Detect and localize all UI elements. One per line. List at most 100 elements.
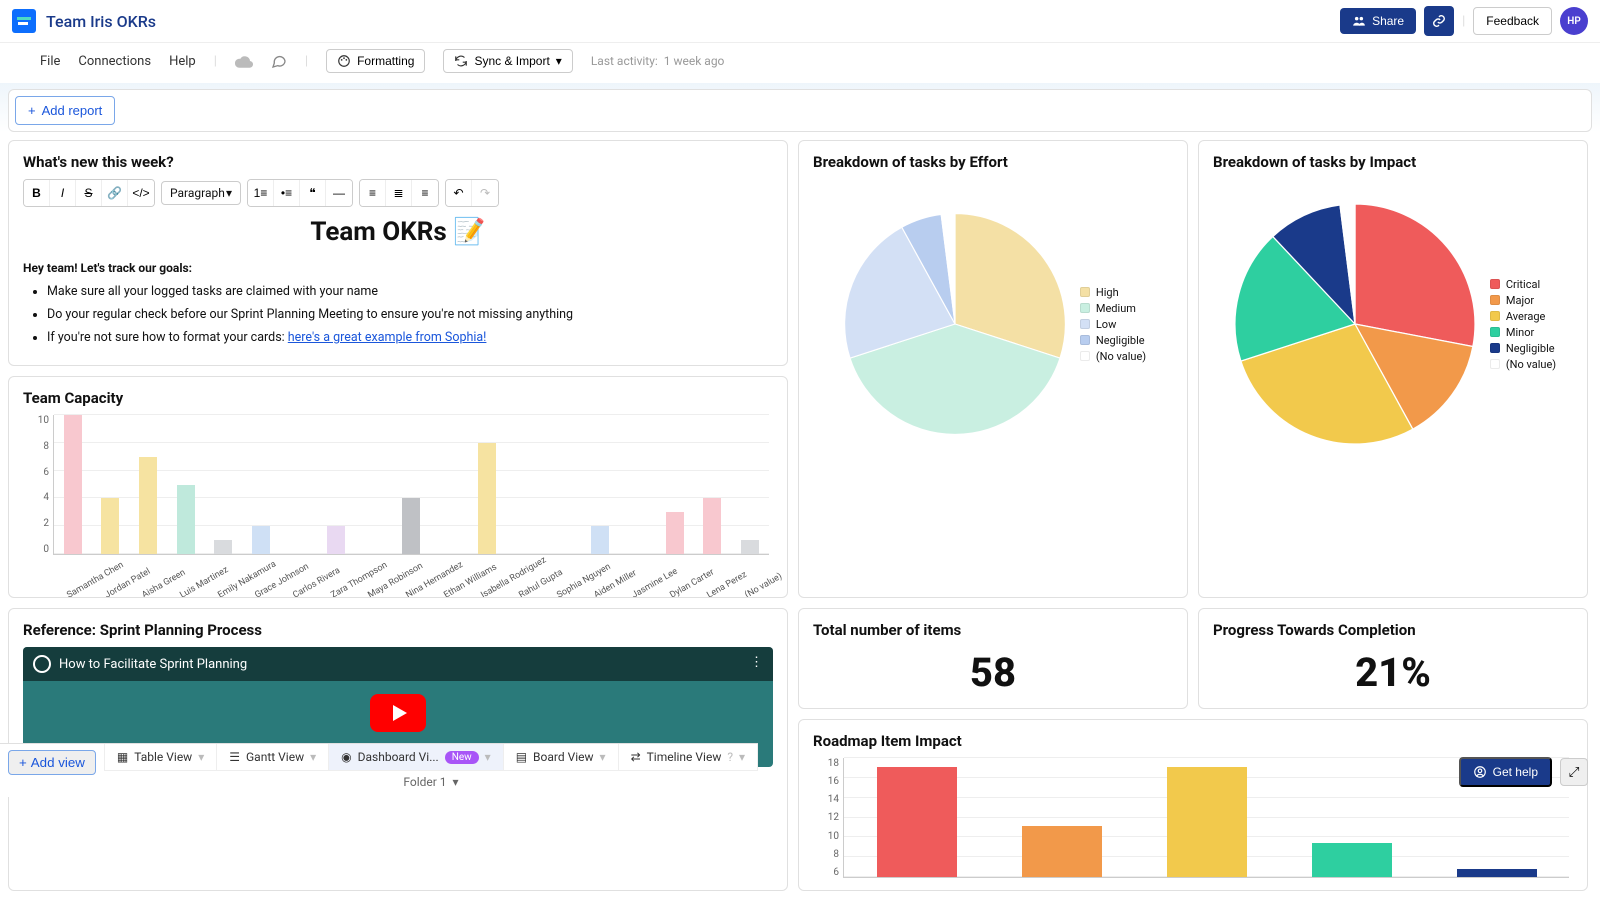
view-tab-gantt[interactable]: ☰Gantt View▾	[217, 744, 329, 770]
editor-content[interactable]: Team OKRs 📝 Hey team! Let's track our go…	[23, 217, 773, 345]
plus-icon: +	[28, 103, 36, 118]
strike-button[interactable]: S	[76, 180, 102, 206]
report-whats-new[interactable]: What's new this week? B I S 🔗 </> Paragr…	[8, 140, 788, 366]
doc-title[interactable]: Team Iris OKRs	[46, 12, 156, 31]
x-label: Ethan Williams	[442, 583, 463, 598]
impact-legend: CriticalMajorAverageMinorNegligible(No v…	[1490, 275, 1556, 374]
legend-swatch	[1490, 295, 1500, 305]
report-total-items[interactable]: Total number of items 58	[798, 608, 1188, 709]
add-view-button[interactable]: + Add view	[8, 750, 96, 775]
cloud-icon[interactable]	[235, 54, 253, 68]
y-tick: 18	[828, 758, 839, 769]
x-label: Jasmine Lee	[630, 583, 651, 598]
align-center-button[interactable]: ≣	[386, 180, 412, 206]
share-label: Share	[1372, 14, 1404, 28]
view-tab-timeline[interactable]: ⇄Timeline View?▾	[619, 744, 758, 770]
bold-button[interactable]: B	[24, 180, 50, 206]
share-button[interactable]: Share	[1340, 8, 1416, 34]
x-label: Carlos Rivera	[291, 583, 312, 598]
legend-swatch	[1490, 343, 1500, 353]
align-right-button[interactable]: ≡	[412, 180, 438, 206]
x-label: Rahul Gupta	[517, 583, 538, 598]
x-label: Isabella Rodriguez	[480, 583, 501, 598]
view-tab-label: Table View	[134, 750, 192, 764]
x-label: Aisha Green	[141, 583, 162, 598]
report-effort-breakdown[interactable]: Breakdown of tasks by Effort HighMediumL…	[798, 140, 1188, 598]
video-menu-icon[interactable]: ⋮	[750, 655, 763, 670]
y-tick: 16	[828, 776, 839, 787]
bar	[101, 498, 119, 554]
get-help-label: Get help	[1493, 765, 1538, 779]
redo-button[interactable]: ↷	[472, 180, 498, 206]
code-icon: </>	[132, 186, 149, 200]
italic-button[interactable]: I	[50, 180, 76, 206]
expand-button[interactable]: ⤢	[1560, 758, 1588, 786]
report-progress[interactable]: Progress Towards Completion 21%	[1198, 608, 1588, 709]
y-tick: 14	[828, 794, 839, 805]
x-label: Zara Thompson	[329, 583, 350, 598]
content-heading: Team OKRs 📝	[23, 217, 773, 247]
legend-swatch	[1490, 311, 1500, 321]
legend-swatch	[1080, 351, 1090, 361]
legend-item: (No value)	[1490, 358, 1556, 371]
view-tab-label: Board View	[533, 750, 594, 764]
paragraph-select[interactable]: Paragraph▾	[161, 181, 241, 205]
example-link[interactable]: here's a great example from Sophia!	[288, 330, 487, 345]
impact-pie-chart	[1230, 199, 1480, 449]
sync-import-button[interactable]: Sync & Import ▾	[443, 49, 572, 73]
report-impact-breakdown[interactable]: Breakdown of tasks by Impact CriticalMaj…	[1198, 140, 1588, 598]
legend-item: Medium	[1080, 302, 1146, 315]
quote-button[interactable]: ❝	[300, 180, 326, 206]
chevron-down-icon[interactable]: ▾	[310, 750, 316, 764]
bullet-item: If you're not sure how to format your ca…	[47, 330, 773, 345]
code-button[interactable]: </>	[128, 180, 154, 206]
menu-help[interactable]: Help	[169, 54, 196, 69]
menu-connections[interactable]: Connections	[78, 54, 151, 69]
report-roadmap-impact[interactable]: Roadmap Item Impact 181614121086	[798, 719, 1588, 891]
plus-icon: +	[19, 755, 27, 770]
y-tick: 6	[833, 867, 839, 878]
copy-link-button[interactable]	[1424, 6, 1454, 36]
bar	[402, 498, 420, 554]
view-tab-dashboard[interactable]: ◉Dashboard Vi...New▾	[329, 744, 504, 770]
bullet-item: Make sure all your logged tasks are clai…	[47, 284, 773, 299]
add-report-button[interactable]: + Add report	[15, 96, 115, 125]
ordered-list-button[interactable]: 1≡	[248, 180, 274, 206]
link-button[interactable]: 🔗	[102, 180, 128, 206]
chevron-down-icon[interactable]: ▾	[485, 750, 491, 764]
x-label: Luis Martinez	[178, 583, 199, 598]
feedback-button[interactable]: Feedback	[1473, 7, 1552, 35]
ul-icon: •≡	[281, 186, 292, 200]
view-tab-board[interactable]: ▤Board View▾	[504, 744, 619, 770]
x-label: Samantha Chen	[65, 583, 86, 598]
legend-label: Negligible	[1096, 334, 1145, 347]
view-tab-table[interactable]: ▦Table View▾	[105, 744, 217, 770]
chevron-down-icon[interactable]: ▾	[198, 750, 204, 764]
divider: |	[305, 54, 308, 69]
bar	[177, 485, 195, 555]
folder-selector[interactable]: Folder 1▾	[104, 770, 758, 793]
get-help-button[interactable]: Get help	[1459, 757, 1552, 787]
menu-file[interactable]: File	[40, 54, 60, 69]
legend-label: Medium	[1096, 302, 1136, 315]
report-team-capacity[interactable]: Team Capacity 1086420Samantha ChenJordan…	[8, 376, 788, 598]
unordered-list-button[interactable]: •≡	[274, 180, 300, 206]
people-icon	[1352, 14, 1366, 28]
hr-button[interactable]: —	[326, 180, 352, 206]
align-left-button[interactable]: ≡	[360, 180, 386, 206]
undo-icon: ↶	[453, 186, 463, 200]
chevron-down-icon[interactable]: ▾	[739, 750, 745, 764]
y-tick: 6	[43, 467, 49, 478]
help-icon[interactable]: ?	[727, 750, 733, 764]
last-activity-value: 1 week ago	[664, 54, 725, 68]
bullet-item: Do your regular check before our Sprint …	[47, 307, 773, 322]
formatting-button[interactable]: Formatting	[326, 49, 425, 73]
play-button[interactable]	[370, 694, 426, 732]
chevron-down-icon[interactable]: ▾	[600, 750, 606, 764]
comment-icon[interactable]	[271, 53, 287, 69]
undo-button[interactable]: ↶	[446, 180, 472, 206]
app-logo[interactable]	[12, 9, 36, 33]
avatar[interactable]: HP	[1560, 7, 1588, 35]
legend-swatch	[1490, 359, 1500, 369]
expand-icon: ⤢	[1569, 764, 1580, 780]
